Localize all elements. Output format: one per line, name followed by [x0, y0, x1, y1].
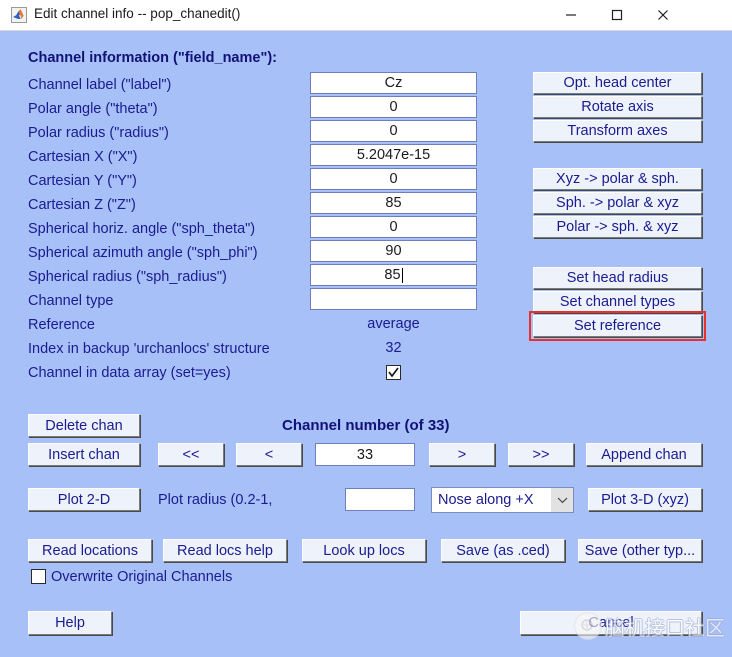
label-channel-type: Channel type: [28, 293, 114, 309]
next-channel-button[interactable]: >: [429, 443, 495, 466]
read-locs-help-button[interactable]: Read locs help: [163, 539, 287, 562]
cartesian-z-input[interactable]: 85: [310, 192, 477, 214]
nose-direction-value: Nose along +X: [438, 492, 534, 508]
edit-channel-info-window: Edit channel info -- pop_chanedit() Chan…: [0, 0, 732, 657]
sph-radius-input[interactable]: 85: [310, 264, 477, 286]
sph-radius-input-text: 85: [384, 267, 401, 283]
transform-axes-button[interactable]: Transform axes: [533, 120, 702, 142]
window-titlebar: Edit channel info -- pop_chanedit(): [0, 0, 732, 31]
rotate-axis-button[interactable]: Rotate axis: [533, 96, 702, 118]
text-caret: [401, 267, 403, 283]
chevron-down-icon: [551, 488, 573, 512]
cartesian-x-input[interactable]: 5.2047e-15: [310, 144, 477, 166]
set-reference-button[interactable]: Set reference: [533, 315, 702, 337]
channel-number-input[interactable]: 33: [315, 443, 415, 466]
insert-chan-button[interactable]: Insert chan: [28, 443, 140, 466]
channel-type-input[interactable]: [310, 288, 477, 310]
sph-phi-input[interactable]: 90: [310, 240, 477, 262]
window-title: Edit channel info -- pop_chanedit(): [34, 6, 241, 21]
label-channel-label: Channel label ("label"): [28, 77, 172, 93]
first-channel-button[interactable]: <<: [158, 443, 224, 466]
opt-head-center-button[interactable]: Opt. head center: [533, 72, 702, 94]
look-up-locs-button[interactable]: Look up locs: [302, 539, 426, 562]
prev-channel-button[interactable]: <: [236, 443, 302, 466]
append-chan-button[interactable]: Append chan: [586, 443, 702, 466]
channel-in-data-checkbox[interactable]: [386, 365, 401, 380]
last-channel-button[interactable]: >>: [508, 443, 574, 466]
urchanlocs-index-value: 32: [385, 340, 402, 356]
cartesian-y-input[interactable]: 0: [310, 168, 477, 190]
save-as-ced-button[interactable]: Save (as .ced): [441, 539, 565, 562]
label-cartesian-y: Cartesian Y ("Y"): [28, 173, 137, 189]
channel-number-heading: Channel number (of 33): [282, 417, 450, 434]
label-channel-in-data: Channel in data array (set=yes): [28, 365, 231, 381]
label-polar-angle: Polar angle ("theta"): [28, 101, 158, 117]
overwrite-original-channels-checkbox[interactable]: [31, 569, 46, 584]
label-reference: Reference: [28, 317, 95, 333]
set-channel-types-button[interactable]: Set channel types: [533, 291, 702, 313]
plot-3d-button[interactable]: Plot 3-D (xyz): [588, 488, 702, 511]
label-sph-radius: Spherical radius ("sph_radius"): [28, 269, 227, 285]
sph-to-polar-xyz-button[interactable]: Sph. -> polar & xyz: [533, 192, 702, 214]
label-cartesian-x: Cartesian X ("X"): [28, 149, 138, 165]
label-sph-phi: Spherical azimuth angle ("sph_phi"): [28, 245, 258, 261]
help-button[interactable]: Help: [28, 611, 112, 635]
plot-2d-button[interactable]: Plot 2-D: [28, 488, 140, 511]
label-sph-theta: Spherical horiz. angle ("sph_theta"): [28, 221, 256, 237]
label-cartesian-z: Cartesian Z ("Z"): [28, 197, 136, 213]
set-head-radius-button[interactable]: Set head radius: [533, 267, 702, 289]
nose-direction-select[interactable]: Nose along +X: [431, 487, 574, 513]
delete-chan-button[interactable]: Delete chan: [28, 414, 140, 437]
plot-radius-label: Plot radius (0.2-1,: [158, 492, 273, 508]
plot-radius-input[interactable]: [345, 488, 415, 511]
minimize-icon[interactable]: [548, 0, 594, 30]
section-heading: Channel information ("field_name"):: [28, 50, 277, 66]
read-locations-button[interactable]: Read locations: [28, 539, 152, 562]
sph-theta-input[interactable]: 0: [310, 216, 477, 238]
xyz-to-polar-sph-button[interactable]: Xyz -> polar & sph.: [533, 168, 702, 190]
close-icon[interactable]: [640, 0, 686, 30]
polar-angle-input[interactable]: 0: [310, 96, 477, 118]
polar-to-sph-xyz-button[interactable]: Polar -> sph. & xyz: [533, 216, 702, 238]
reference-value: average: [367, 316, 420, 332]
save-other-type-button[interactable]: Save (other typ...: [578, 539, 702, 562]
label-urchanlocs-index: Index in backup 'urchanlocs' structure: [28, 341, 270, 357]
polar-radius-input[interactable]: 0: [310, 120, 477, 142]
overwrite-original-channels-label: Overwrite Original Channels: [51, 569, 233, 585]
cancel-button[interactable]: Cancel: [520, 611, 702, 635]
maximize-icon[interactable]: [594, 0, 640, 30]
channel-label-input[interactable]: Cz: [310, 72, 477, 94]
label-polar-radius: Polar radius ("radius"): [28, 125, 169, 141]
dialog-client-area: Channel information ("field_name"): Chan…: [0, 31, 732, 657]
matlab-icon: [11, 7, 27, 23]
